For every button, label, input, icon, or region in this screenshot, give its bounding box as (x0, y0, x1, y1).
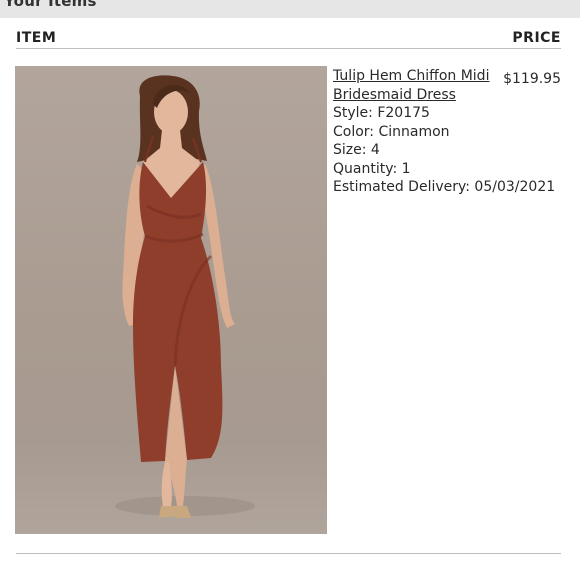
product-image[interactable] (15, 66, 327, 534)
item-color: Color: Cinnamon (333, 123, 450, 140)
item-price: $119.95 (503, 71, 561, 87)
column-header-price: PRICE (512, 30, 561, 46)
item-style: Style: F20175 (333, 105, 430, 121)
item-quantity: Quantity: 1 (333, 160, 411, 177)
column-headers: ITEM PRICE (16, 30, 561, 49)
product-name-link[interactable]: Tulip Hem Chiffon Midi Bridesmaid Dress (333, 67, 508, 104)
item-estimated-delivery: Estimated Delivery: 05/03/2021 (333, 179, 556, 195)
column-header-item: ITEM (16, 30, 57, 46)
dress-photo (115, 75, 255, 518)
order-page: Your Items ITEM PRICE Tulip Hem Chiffon … (0, 0, 580, 580)
section-header: Your Items (0, 0, 580, 18)
item-size: Size: 4 (333, 142, 380, 158)
divider (16, 553, 561, 554)
section-title: Your Items (4, 0, 97, 10)
item-details: Tulip Hem Chiffon Midi Bridesmaid Dress … (333, 67, 556, 197)
